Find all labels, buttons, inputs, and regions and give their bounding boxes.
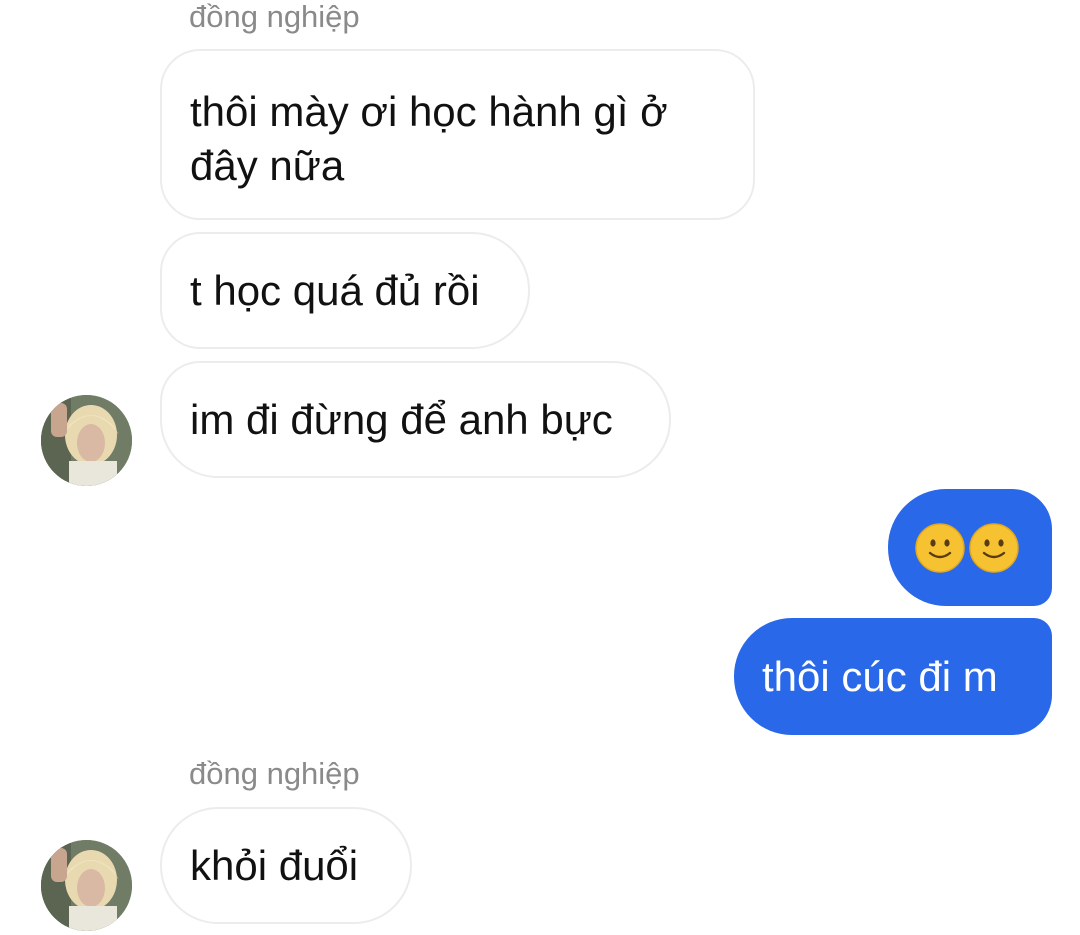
message-text: khỏi đuổi xyxy=(190,841,359,889)
message-text: t học quá đủ rồi xyxy=(190,266,480,314)
smiling-face-icon xyxy=(969,522,1019,573)
message-text: thôi mày ơi học hành gì ở đây nữa xyxy=(190,88,668,189)
avatar-photo-icon xyxy=(41,840,132,931)
outgoing-message[interactable]: thôi cúc đi m xyxy=(734,618,1052,735)
outgoing-message[interactable]: 🙂🙂 xyxy=(888,489,1052,606)
sender-name: đồng nghiệp xyxy=(189,756,360,791)
avatar-photo-icon xyxy=(41,395,132,486)
sender-avatar[interactable] xyxy=(41,840,132,931)
sender-avatar[interactable] xyxy=(41,395,132,486)
sender-name: đồng nghiệp xyxy=(189,0,360,34)
smiling-face-icon xyxy=(915,522,965,573)
message-text: im đi đừng để anh bực xyxy=(190,395,613,443)
incoming-message[interactable]: im đi đừng để anh bực xyxy=(160,361,671,478)
incoming-message[interactable]: thôi mày ơi học hành gì ở đây nữa xyxy=(160,49,755,220)
incoming-message[interactable]: khỏi đuổi xyxy=(160,807,412,924)
message-text: thôi cúc đi m xyxy=(762,652,998,700)
incoming-message[interactable]: t học quá đủ rồi xyxy=(160,232,530,349)
